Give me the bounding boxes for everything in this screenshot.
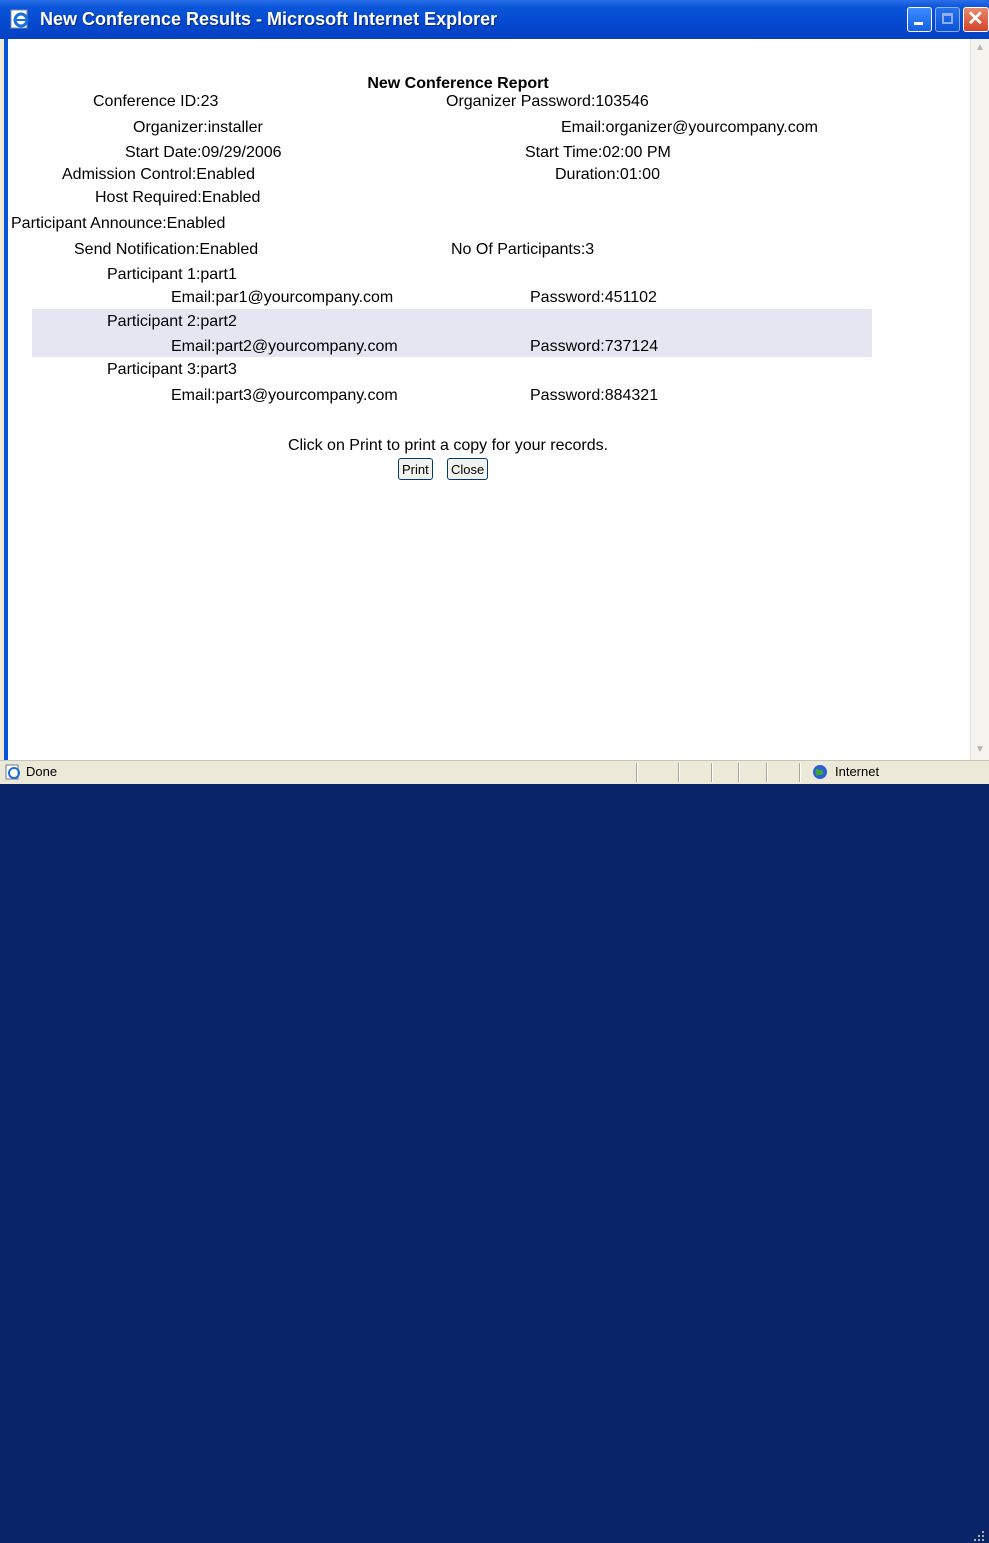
ie-logo-icon [10,9,29,29]
participant-1-password: Password:451102 [530,289,657,306]
participant-3-password: Password:884321 [530,387,659,404]
participant-2-name: Participant 2:part2 [107,313,237,330]
admission-control-field: Admission Control:Enabled [62,166,255,183]
status-divider [799,763,801,782]
start-date-field: Start Date:09/29/2006 [125,144,282,161]
host-required-field: Host Required:Enabled [95,189,261,206]
window-title: New Conference Results - Microsoft Inter… [40,9,498,29]
title-bar[interactable]: New Conference Results - Microsoft Inter… [0,0,989,39]
security-zone: Internet [835,764,880,779]
status-divider [711,763,713,782]
status-divider [738,763,740,782]
conference-id-field: Conference ID:23 [93,93,219,110]
status-text: Done [26,764,58,779]
maximize-icon [942,13,953,24]
ie-page-icon [5,764,20,780]
participant-2-password: Password:737124 [530,338,659,355]
close-button[interactable]: Close [447,458,489,480]
status-divider [636,763,638,782]
status-divider [766,763,768,782]
organizer-email-field: Email:organizer@yourcompany.com [561,119,818,136]
minimize-button[interactable] [907,7,932,32]
close-icon: ✕ [967,8,984,30]
organizer-field: Organizer:installer [133,119,263,136]
scroll-down-arrow-icon[interactable]: ▼ [972,742,988,758]
status-bar: Done Internet [0,760,989,1541]
organizer-password-field: Organizer Password:103546 [446,93,649,110]
start-time-field: Start Time:02:00 PM [525,144,671,161]
status-divider [678,763,680,782]
page-content: New Conference Report Conference ID:23 O… [4,39,970,760]
close-window-button[interactable]: ✕ [963,7,989,32]
participant-2-email: Email:part2@yourcompany.com [171,338,398,355]
print-button[interactable]: Print [398,458,433,480]
send-notification-field: Send Notification:Enabled [74,241,259,258]
scroll-up-arrow-icon[interactable]: ▲ [972,40,988,56]
globe-icon [813,765,827,779]
resize-grip-icon[interactable] [972,1529,986,1543]
participant-3-name: Participant 3:part3 [107,361,237,378]
print-hint: Click on Print to print a copy for your … [287,437,609,454]
participant-count-field: No Of Participants:3 [451,241,595,258]
report-heading: New Conference Report [367,75,549,92]
participant-3-email: Email:part3@yourcompany.com [171,387,398,404]
browser-window: New Conference Results - Microsoft Inter… [0,0,989,1541]
minimize-icon [914,22,923,25]
participant-1-email: Email:par1@yourcompany.com [171,289,394,306]
vertical-scrollbar[interactable]: ▲ ▼ [970,39,989,760]
duration-field: Duration:01:00 [555,166,660,183]
maximize-button[interactable] [935,7,960,32]
participant-announce-field: Participant Announce:Enabled [11,215,226,232]
participant-1-name: Participant 1:part1 [107,266,237,283]
